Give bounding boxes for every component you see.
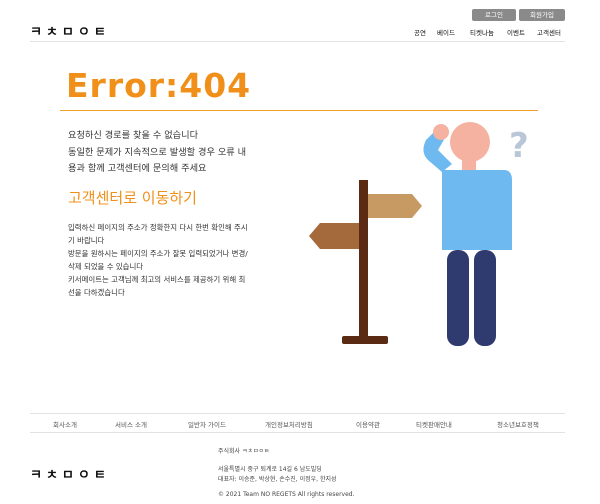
footer-link-terms[interactable]: 이용약관 bbox=[356, 419, 380, 429]
person-right-leg bbox=[474, 250, 496, 346]
person-head bbox=[450, 122, 490, 162]
sign-left-arrow bbox=[309, 223, 359, 249]
question-mark-icon: ? bbox=[509, 126, 529, 166]
nav-item-support[interactable]: 고객센터 bbox=[537, 27, 561, 37]
footer-link-service[interactable]: 서비스 소개 bbox=[115, 419, 147, 429]
header-divider bbox=[30, 41, 565, 42]
footer-link-company[interactable]: 회사소개 bbox=[53, 419, 77, 429]
footer-link-privacy[interactable]: 개인정보처리방침 bbox=[265, 419, 313, 429]
error-detail-line-2: 기 바랍니다 bbox=[68, 236, 105, 245]
login-button[interactable]: 로그인 bbox=[472, 9, 516, 21]
footer-logo: ㅋㅊㅁㅇㅌ bbox=[30, 468, 110, 483]
footer-bottom-divider bbox=[30, 432, 565, 433]
error-detail-line-4: 삭제 되었을 수 있습니다 bbox=[68, 262, 144, 271]
nav-item-beide[interactable]: 베이드 bbox=[437, 27, 455, 37]
footer-link-youth-policy[interactable]: 청소년보호정책 bbox=[497, 419, 539, 429]
error-message-line-2: 동일한 문제가 지속적으로 발생할 경우 오류 내 bbox=[68, 147, 247, 158]
person-neck bbox=[462, 160, 476, 170]
nav-item-performance[interactable]: 공연 bbox=[414, 27, 426, 37]
support-center-link[interactable]: 고객센터로 이동하기 bbox=[68, 187, 197, 208]
person-left-leg bbox=[447, 250, 469, 346]
person-hand bbox=[433, 124, 449, 140]
nav-item-event[interactable]: 이벤트 bbox=[507, 27, 525, 37]
footer-copyright: © 2021 Team NO REGETS All rights reserve… bbox=[218, 491, 355, 498]
error-detail-line-1: 입력하신 페이지의 주소가 정확한지 다시 한번 확인해 주시 bbox=[68, 223, 248, 232]
footer-address: 서울특별시 중구 퇴계로 14길 6 남도빌딩 bbox=[218, 466, 322, 473]
footer-link-guide[interactable]: 일반자 가이드 bbox=[188, 419, 226, 429]
footer-representatives: 대표자: 이승준, 박상현, 손수진, 이정우, 한지성 bbox=[218, 476, 337, 483]
signup-button[interactable]: 회원가입 bbox=[519, 9, 565, 21]
error-detail-line-3: 방문을 원하시는 페이지의 주소가 잘못 입력되었거나 변경/ bbox=[68, 249, 248, 258]
error-message-line-3: 용과 함께 고객센터에 문의해 주세요 bbox=[68, 163, 207, 174]
error-title: Error:404 bbox=[66, 66, 252, 105]
footer-link-ticket-sales[interactable]: 티켓판매안내 bbox=[416, 419, 452, 429]
nav-item-ticket-share[interactable]: 티켓나눔 bbox=[470, 27, 494, 37]
lost-person-illustration: ? bbox=[309, 122, 529, 346]
error-message-line-1: 요청하신 경로를 찾을 수 없습니다 bbox=[68, 130, 199, 141]
error-detail-line-5: 키서메이트는 고객님께 최고의 서비스를 제공하기 위해 최 bbox=[68, 275, 246, 284]
footer-company-name: 주식회사 ㅋㅊㅁㅇㅌ bbox=[218, 448, 270, 455]
sign-right-arrow bbox=[368, 194, 422, 218]
error-detail-line-6: 선을 다하겠습니다 bbox=[68, 288, 125, 297]
footer-top-divider bbox=[30, 413, 565, 414]
person-right-arm bbox=[501, 180, 512, 225]
site-logo[interactable]: ㅋㅊㅁㅇㅌ bbox=[30, 21, 110, 40]
signpost-pole bbox=[359, 180, 368, 340]
signpost-base bbox=[342, 336, 388, 344]
